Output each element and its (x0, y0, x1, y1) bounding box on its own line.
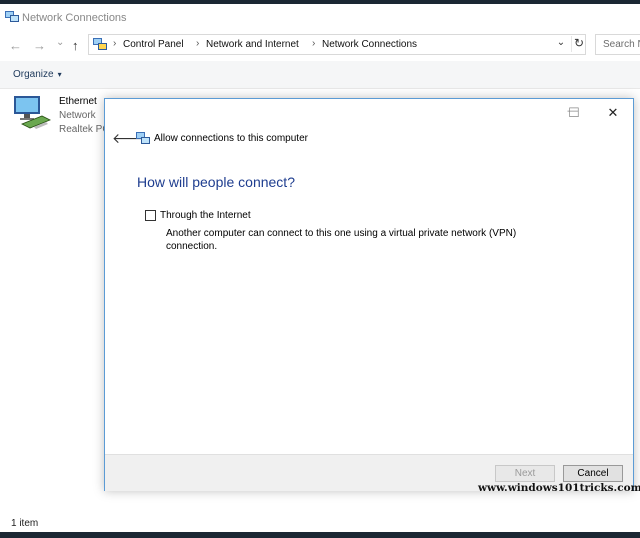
organize-button[interactable]: Organize ▾ (13, 69, 62, 80)
control-panel-icon (93, 38, 107, 50)
forward-arrow-icon[interactable]: → (33, 39, 46, 52)
organize-label: Organize (13, 69, 54, 80)
close-icon[interactable]: ✕ (595, 103, 631, 123)
item-count: 1 item (11, 518, 39, 529)
network-connections-icon (136, 132, 150, 144)
breadcrumb-separator-icon: › (196, 38, 200, 49)
command-bar: Organize ▾ (0, 61, 640, 89)
taskbar-edge (0, 532, 640, 538)
cancel-button[interactable]: Cancel (563, 465, 623, 482)
ethernet-device: Realtek PC (59, 124, 110, 135)
window-title: Network Connections (22, 12, 127, 24)
recent-locations-icon[interactable]: ⌄ (56, 36, 64, 49)
dialog-heading: How will people connect? (137, 174, 295, 190)
dialog-title: Allow connections to this computer (154, 133, 308, 144)
refresh-icon[interactable]: ↻ (571, 36, 586, 52)
window-titlebar: Network Connections (0, 4, 640, 31)
breadcrumb-separator-icon: › (312, 38, 316, 49)
breadcrumb-network-and-internet[interactable]: Network and Internet (206, 39, 299, 50)
up-arrow-icon[interactable]: ↑ (72, 39, 79, 52)
address-dropdown-icon[interactable]: ⌄ (554, 37, 568, 51)
through-internet-description: Another computer can connect to this one… (166, 228, 517, 252)
breadcrumb-control-panel[interactable]: Control Panel (123, 39, 184, 50)
breadcrumb-network-connections[interactable]: Network Connections (322, 39, 417, 50)
ethernet-adapter-icon[interactable] (12, 94, 52, 134)
next-button[interactable]: Next (495, 465, 555, 482)
maximize-icon[interactable]: ☐ (556, 103, 592, 123)
search-placeholder: Search N (603, 39, 640, 50)
back-arrow-icon[interactable]: ← (9, 39, 22, 52)
watermark-text: www.windows101tricks.com (478, 482, 640, 494)
chevron-down-icon: ▾ (57, 70, 62, 79)
address-bar[interactable]: › Control Panel › Network and Internet ›… (88, 34, 586, 55)
allow-connections-dialog: — ☐ ✕ 🡐 Allow connections to this comput… (104, 98, 634, 491)
through-internet-checkbox[interactable] (145, 210, 156, 221)
ethernet-name[interactable]: Ethernet (59, 96, 97, 107)
network-connections-icon (5, 11, 19, 22)
through-internet-label[interactable]: Through the Internet (160, 210, 251, 221)
search-input[interactable]: Search N (595, 34, 640, 55)
breadcrumb-separator-icon: › (113, 38, 117, 49)
ethernet-network: Network (59, 110, 96, 121)
